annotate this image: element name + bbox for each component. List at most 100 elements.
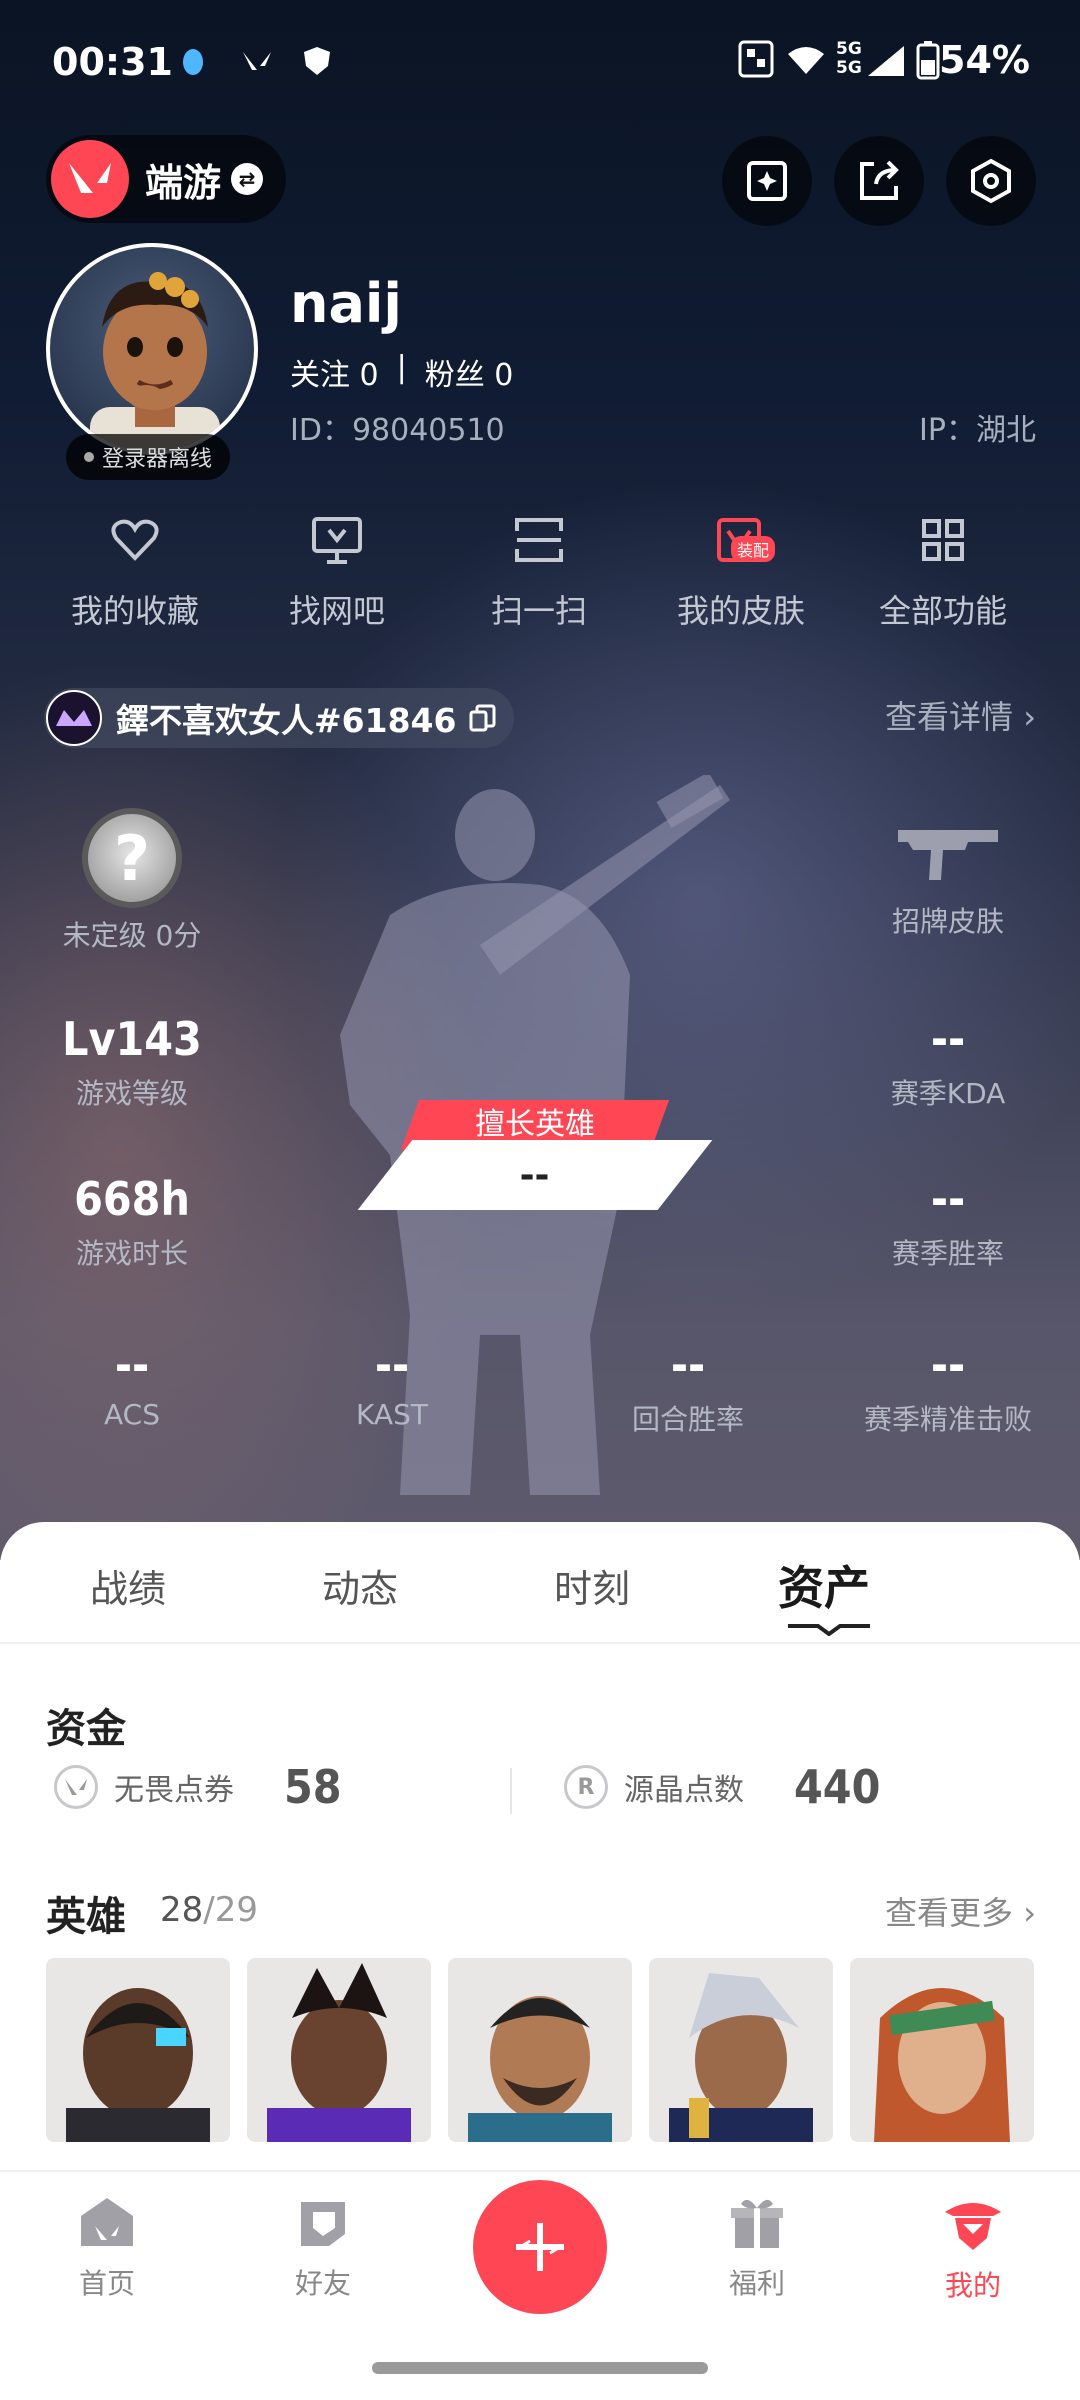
status-time: 00:31 (52, 40, 173, 84)
active-tab-indicator (788, 1624, 870, 1636)
quick-item-scan[interactable]: 扫一扫 (439, 510, 639, 632)
following-link[interactable]: 关注 0 (290, 350, 379, 394)
quick-item-internet-cafe[interactable]: 找网吧 (237, 510, 437, 632)
avatar-image (90, 272, 220, 451)
nav-friends[interactable]: 好友 (248, 2194, 398, 2302)
swap-icon: ⇄ (231, 163, 264, 195)
unranked-icon: ? (82, 808, 182, 908)
equip-badge: 装配 (731, 536, 776, 562)
avatar[interactable] (46, 243, 258, 455)
season-winrate-stat: -- 赛季胜率 (818, 1172, 1078, 1272)
quick-item-favorites[interactable]: 我的收藏 (35, 510, 235, 632)
playtime-stat: 668h 游戏时长 (2, 1172, 262, 1272)
view-details-link[interactable]: 查看详情 › (885, 692, 1036, 738)
headshot-stat: -- 赛季精准击败 (818, 1338, 1078, 1438)
season-winrate-value: -- (930, 1172, 966, 1226)
follow-separator: | (396, 350, 407, 385)
share-card-button[interactable] (722, 136, 812, 226)
headshot-label: 赛季精准击败 (863, 1403, 1032, 1436)
network-type: 5G 5G (836, 39, 862, 78)
export-button[interactable] (834, 136, 924, 226)
level-stat: Lv143 游戏等级 (2, 1012, 262, 1112)
tab-posts[interactable]: 动态 (322, 1558, 398, 1613)
kda-stat: -- 赛季KDA (818, 1012, 1078, 1112)
acs-label: ACS (104, 1398, 160, 1431)
headshot-value: -- (930, 1338, 966, 1392)
user-nickname: naij (290, 272, 402, 335)
create-post-button[interactable] (473, 2180, 607, 2314)
rank-stat[interactable]: ? 未定级 0分 (2, 808, 262, 954)
rifle-icon (898, 830, 998, 880)
kast-stat: -- KAST (262, 1338, 522, 1431)
agent-portrait-2[interactable] (247, 1958, 431, 2142)
launcher-status-badge: 登录器离线 (66, 434, 231, 480)
quick-item-all-features[interactable]: 全部功能 (843, 510, 1043, 632)
settings-icon (971, 158, 1011, 204)
settings-button[interactable] (946, 136, 1036, 226)
agent-portrait-1[interactable] (46, 1958, 230, 2142)
rank-label: 未定级 0分 (62, 919, 202, 952)
valorant-points-value: 58 (284, 1760, 342, 1814)
qq-icon (183, 49, 203, 75)
user-id: ID：98040510 (290, 413, 505, 448)
wifi-icon (788, 47, 824, 74)
kast-value: -- (374, 1338, 410, 1392)
gift-icon (731, 2199, 783, 2248)
tab-assets[interactable]: 资产 (778, 1552, 870, 1618)
valorant-logo-icon (51, 140, 129, 218)
radianite-item: R 源晶点数 440 (564, 1760, 880, 1814)
battery-percent: 54% (939, 38, 1030, 82)
fans-link[interactable]: 粉丝 0 (425, 350, 514, 394)
home-indicator[interactable] (372, 2362, 708, 2374)
friends-icon (301, 2202, 345, 2246)
monitor-icon (312, 517, 362, 564)
export-icon (860, 160, 899, 200)
status-bar: 00:31 5G 5G 54% (0, 0, 1080, 125)
radianite-value: 440 (794, 1760, 881, 1814)
kda-label: 赛季KDA (890, 1077, 1006, 1110)
quick-item-my-skins[interactable]: 装配 我的皮肤 (641, 510, 841, 632)
heart-icon (111, 519, 159, 561)
playtime-label: 游戏时长 (75, 1237, 188, 1270)
game-switcher[interactable]: 端游 ⇄ (46, 135, 286, 223)
tab-moments[interactable]: 时刻 (554, 1558, 630, 1613)
nav-welfare[interactable]: 福利 (682, 2194, 832, 2302)
profile-icon (945, 2203, 1001, 2250)
grid-icon (922, 519, 964, 561)
quick-menu: 我的收藏 找网吧 扫一扫 装配 我的皮肤 全部功能 (0, 510, 1080, 640)
follow-stats: 关注 0 | 粉丝 0 (290, 350, 513, 394)
scan-icon (515, 518, 563, 562)
game-label: 端游 (145, 160, 222, 205)
valorant-points-icon (54, 1765, 98, 1809)
account-avatar (46, 690, 102, 746)
kda-value: -- (930, 1012, 966, 1066)
agent-portrait-3[interactable] (448, 1958, 632, 2142)
see-more-agents-link[interactable]: 查看更多 › (885, 1888, 1036, 1934)
nav-home[interactable]: 首页 (32, 2194, 182, 2302)
signature-skin-stat[interactable]: 招牌皮肤 (818, 820, 1078, 940)
round-winrate-label: 回合胜率 (631, 1403, 744, 1436)
round-winrate-stat: -- 回合胜率 (558, 1338, 818, 1438)
home-icon (81, 2198, 133, 2246)
riot-id-text: 鐸不喜欢女人#61846 (116, 701, 457, 740)
playtime-value: 668h (74, 1172, 190, 1226)
radianite-icon: R (564, 1765, 608, 1809)
agent-portrait-5[interactable] (850, 1958, 1034, 2142)
kast-label: KAST (356, 1398, 428, 1431)
signal-icon (868, 46, 904, 76)
round-winrate-value: -- (670, 1338, 706, 1392)
plus-icon (516, 2223, 564, 2271)
nfc-icon (738, 40, 774, 78)
ip-location: IP：湖北 (919, 413, 1036, 448)
acs-stat: -- ACS (2, 1338, 262, 1431)
agents-count: 28/29 (160, 1890, 258, 1930)
nav-profile[interactable]: 我的 (898, 2194, 1048, 2304)
best-agent-card[interactable]: -- (357, 1140, 713, 1210)
share-card-icon (747, 161, 787, 201)
agent-portrait-4[interactable] (649, 1958, 833, 2142)
profile-tabs: 战绩 动态 时刻 资产 (0, 1522, 1080, 1644)
tab-records[interactable]: 战绩 (90, 1558, 166, 1613)
copy-icon[interactable] (468, 703, 498, 733)
season-winrate-label: 赛季胜率 (891, 1237, 1004, 1270)
riot-account-pill[interactable]: 鐸不喜欢女人#61846 (44, 688, 514, 748)
